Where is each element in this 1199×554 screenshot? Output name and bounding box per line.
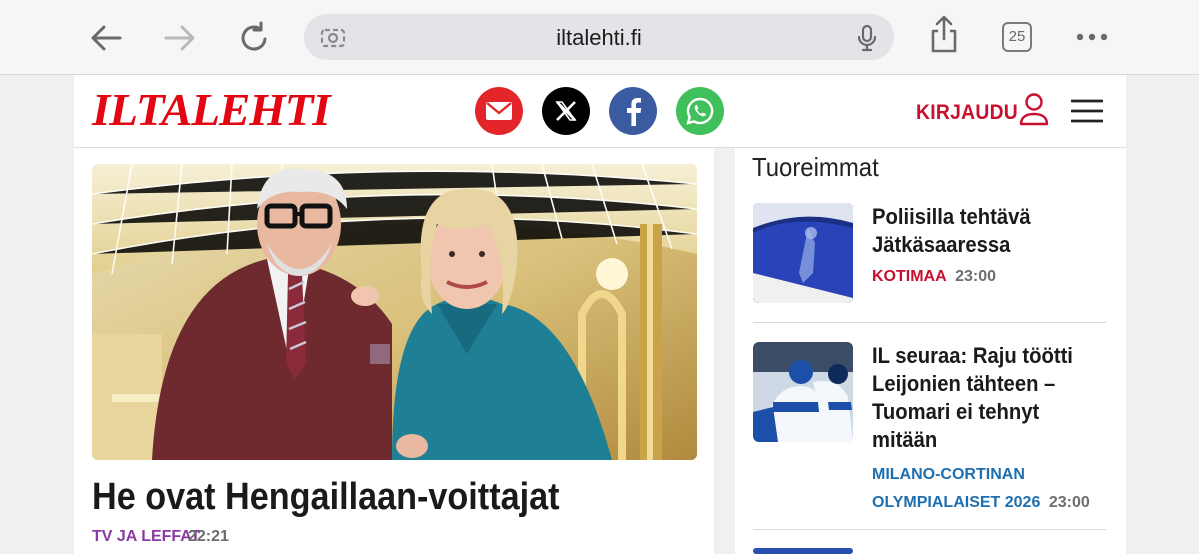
article-headline[interactable]: He ovat Hengaillaan-voittajat: [92, 476, 560, 519]
news-item-category[interactable]: MILANO-CORTINAN: [872, 461, 1090, 489]
article-category[interactable]: TV JA LEFFAT: [92, 528, 200, 546]
news-item-category[interactable]: KOTIMAA: [872, 268, 947, 285]
more-dots-icon[interactable]: [1076, 28, 1108, 46]
address-bar[interactable]: iltalehti.fi: [304, 14, 894, 60]
site-logo[interactable]: ILTALEHTI: [92, 83, 331, 136]
news-item-time: 23:00: [955, 268, 997, 285]
share-icon[interactable]: [926, 15, 962, 53]
article-time: 22:21: [188, 528, 229, 545]
news-item-title[interactable]: Poliisilla tehtävä Jätkäsaaressa: [872, 203, 1093, 259]
news-item-title[interactable]: IL seuraa: Raju töötti Leijonien tähteen…: [872, 342, 1093, 454]
microphone-icon[interactable]: [856, 24, 878, 57]
x-share-icon[interactable]: [542, 87, 590, 135]
news-item-meta: KOTIMAA 23:00: [872, 268, 996, 286]
tab-count-button[interactable]: 25: [1002, 22, 1032, 52]
news-item-meta: MILANO-CORTINAN OLYMPIALAISET 2026 23:00: [872, 461, 1090, 517]
back-arrow-icon[interactable]: [88, 20, 124, 56]
url-text: iltalehti.fi: [556, 25, 642, 50]
main-article-card: He ovat Hengaillaan-voittajat TV JA LEFF…: [74, 148, 714, 554]
news-thumbnail-police[interactable]: [753, 203, 853, 303]
hamburger-menu-icon[interactable]: [1070, 99, 1104, 128]
login-link[interactable]: KIRJAUDU: [916, 101, 1018, 125]
divider: [753, 322, 1106, 323]
sidebar-title: Tuoreimmat: [752, 152, 879, 182]
browser-toolbar: iltalehti.fi 25: [0, 0, 1199, 75]
article-hero-image[interactable]: [92, 164, 697, 460]
news-item-category-line2[interactable]: OLYMPIALAISET 2026: [872, 494, 1040, 511]
forward-arrow-icon[interactable]: [162, 20, 198, 56]
facebook-share-icon[interactable]: [609, 87, 657, 135]
news-thumbnail-next[interactable]: [753, 548, 853, 554]
news-thumbnail-hockey[interactable]: [753, 342, 853, 442]
user-icon[interactable]: [1018, 92, 1050, 131]
latest-news-sidebar: Tuoreimmat Poliisilla tehtävä Jätkäsaare…: [735, 148, 1126, 554]
reload-icon[interactable]: [236, 20, 272, 56]
whatsapp-share-icon[interactable]: [676, 87, 724, 135]
news-item-time: 23:00: [1048, 494, 1090, 511]
email-share-icon[interactable]: [475, 87, 523, 135]
site-header: ILTALEHTI KIRJAUDU: [74, 75, 1126, 148]
divider: [753, 529, 1106, 530]
